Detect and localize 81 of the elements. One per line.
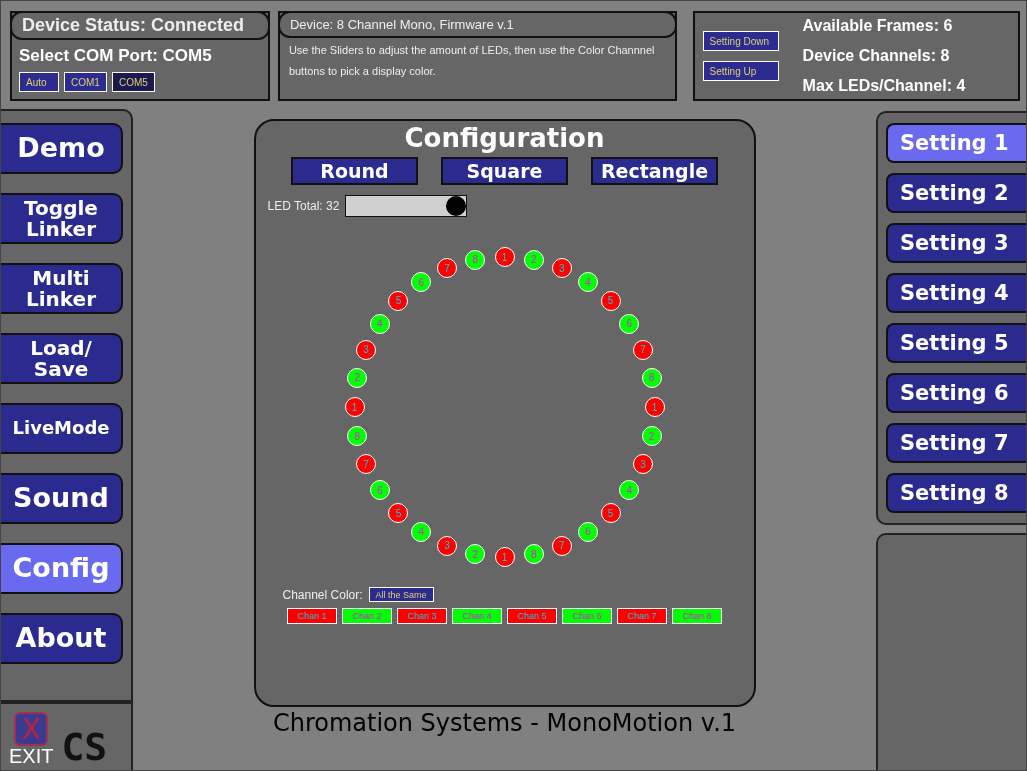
device-status: Device Status: Connected [10, 11, 270, 40]
led-total-label: LED Total: 32 [267, 199, 340, 213]
led[interactable]: 7 [551, 535, 572, 556]
channel-button[interactable]: Chan 8 [672, 608, 722, 624]
panel-title: Configuration [404, 123, 605, 153]
led[interactable]: 5 [388, 503, 409, 524]
com-port-button[interactable]: COM1 [64, 72, 107, 92]
com-port-button[interactable]: Auto [19, 72, 59, 92]
setting-button[interactable]: Setting 4 [886, 273, 1026, 313]
setting-button[interactable]: Setting 3 [886, 223, 1026, 263]
led[interactable]: 6 [411, 272, 432, 293]
channel-button[interactable]: Chan 2 [342, 608, 392, 624]
setting-button[interactable]: Setting 7 [886, 423, 1026, 463]
led[interactable]: 3 [633, 454, 654, 475]
nav-button[interactable]: LiveMode [1, 403, 123, 454]
led[interactable]: 5 [600, 290, 621, 311]
channel-button[interactable]: Chan 5 [507, 608, 557, 624]
setting-button[interactable]: Setting 6 [886, 373, 1026, 413]
channel-color-label: Channel Color: [282, 587, 363, 602]
channel-button[interactable]: Chan 1 [287, 608, 337, 624]
nav-button[interactable]: Config [1, 543, 123, 594]
device-info: Available Frames: 6 [802, 16, 954, 36]
channel-button[interactable]: Chan 6 [562, 608, 612, 624]
all-same-button[interactable]: All the Same [368, 587, 434, 602]
channel-button[interactable]: Chan 3 [397, 608, 447, 624]
led[interactable]: 1 [494, 547, 515, 567]
device-description: Use the Sliders to adjust the amount of LEDs, then use the Color Channnel buttons to pick a display color. [287, 43, 656, 79]
nav-button[interactable]: Multi Linker [1, 263, 123, 314]
channel-button[interactable]: Chan 7 [617, 608, 667, 624]
device-info: Device Channels: 8 [802, 46, 951, 66]
led[interactable]: 4 [577, 272, 598, 293]
exit-icon[interactable]: X [14, 712, 49, 746]
led[interactable]: 8 [523, 544, 544, 565]
slider-thumb[interactable] [446, 196, 467, 216]
led[interactable]: 2 [641, 426, 662, 447]
led[interactable]: 3 [437, 535, 458, 556]
setting-step-button[interactable]: Setting Down [702, 31, 779, 51]
led-total-slider[interactable] [345, 195, 468, 217]
com-port-button[interactable]: COM5 [111, 72, 155, 92]
led[interactable]: 7 [437, 258, 458, 279]
led[interactable]: 2 [523, 249, 544, 270]
logo: CS [61, 728, 108, 766]
com-port-label: Select COM Port: COM5 [19, 46, 213, 66]
exit-label[interactable]: EXIT [9, 746, 54, 766]
shape-button[interactable]: Rectangle [591, 157, 718, 185]
led[interactable]: 8 [641, 367, 662, 388]
led[interactable]: 5 [600, 503, 621, 524]
nav-button[interactable]: Toggle Linker [1, 193, 123, 244]
led[interactable]: 1 [494, 247, 515, 267]
led[interactable]: 7 [633, 339, 654, 360]
setting-button[interactable]: Setting 8 [886, 473, 1026, 513]
led[interactable]: 3 [355, 339, 376, 360]
device-title: Device: 8 Channel Mono, Firmware v.1 [277, 11, 677, 38]
led[interactable]: 8 [465, 249, 486, 270]
led[interactable]: 5 [388, 290, 409, 311]
led[interactable]: 3 [551, 258, 572, 279]
led[interactable]: 8 [347, 426, 368, 447]
led[interactable]: 6 [619, 313, 640, 334]
led[interactable]: 4 [619, 480, 640, 501]
led[interactable]: 2 [347, 367, 368, 388]
nav-button[interactable]: Sound [1, 473, 123, 524]
shape-button[interactable]: Round [291, 157, 418, 185]
setting-step-button[interactable]: Setting Up [702, 61, 779, 81]
led[interactable]: 7 [355, 454, 376, 475]
led[interactable]: 2 [465, 544, 486, 565]
channel-button[interactable]: Chan 4 [452, 608, 502, 624]
nav-button[interactable]: Demo [1, 123, 123, 174]
nav-button[interactable]: Load/ Save [1, 333, 123, 384]
led[interactable]: 6 [369, 480, 390, 501]
setting-button[interactable]: Setting 2 [886, 173, 1026, 213]
led[interactable]: 4 [369, 313, 390, 334]
setting-button[interactable]: Setting 1 [886, 123, 1026, 163]
led[interactable]: 6 [577, 521, 598, 542]
led[interactable]: 4 [411, 521, 432, 542]
setting-button[interactable]: Setting 5 [886, 323, 1026, 363]
nav-button[interactable]: About [1, 613, 123, 664]
device-info: Max LEDs/Channel: 4 [802, 76, 966, 96]
shape-button[interactable]: Square [441, 157, 568, 185]
led[interactable]: 1 [644, 397, 665, 417]
led[interactable]: 1 [344, 397, 365, 417]
footer-title: Chromation Systems - MonoMotion v.1 [272, 709, 737, 737]
